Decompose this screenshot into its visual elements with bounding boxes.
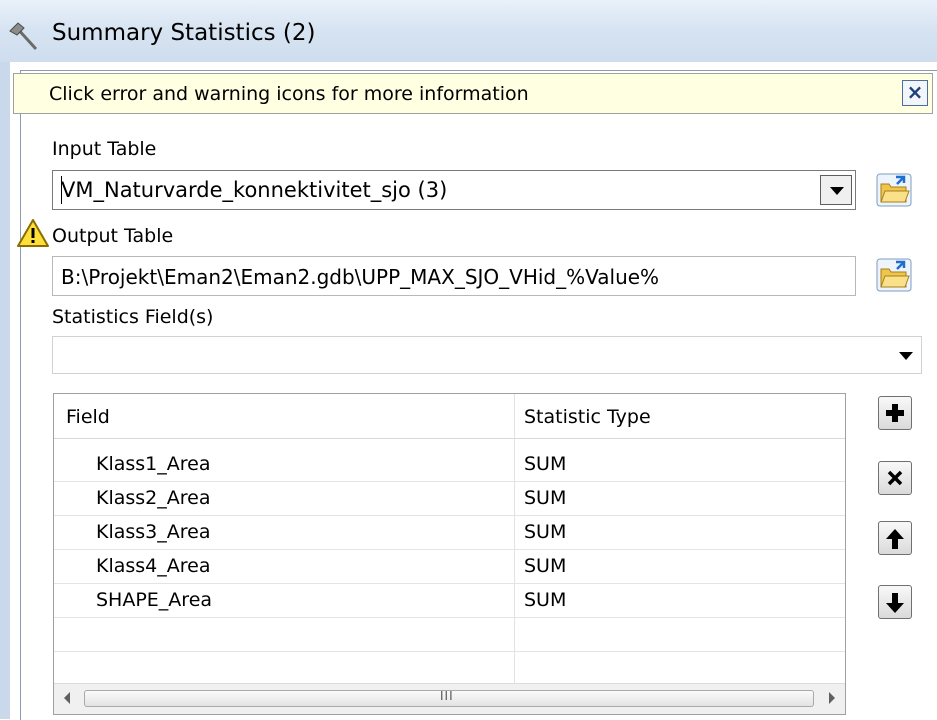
row-statistic-type[interactable]: SUM xyxy=(524,453,566,475)
chevron-down-icon[interactable] xyxy=(820,175,852,205)
table-row-empty[interactable] xyxy=(54,651,845,686)
input-table-combo[interactable]: VM_Naturvarde_konnektivitet_sjo (3) xyxy=(52,170,856,210)
statistics-field-label: Statistics Field(s) xyxy=(52,306,214,328)
remove-button[interactable] xyxy=(878,461,912,495)
chevron-down-icon[interactable] xyxy=(899,352,913,360)
folder-open-icon[interactable] xyxy=(876,258,912,292)
input-table-label: Input Table xyxy=(52,138,157,160)
move-up-button[interactable] xyxy=(878,521,912,555)
info-message: Click error and warning icons for more i… xyxy=(49,83,529,105)
table-header: Field Statistic Type xyxy=(54,394,845,439)
row-statistic-type[interactable]: SUM xyxy=(524,487,566,509)
input-table-value: VM_Naturvarde_konnektivitet_sjo (3) xyxy=(61,178,448,202)
scroll-left-icon[interactable] xyxy=(64,692,70,704)
add-icon xyxy=(886,404,904,422)
info-bar: Click error and warning icons for more i… xyxy=(13,73,933,114)
row-field[interactable]: Klass4_Area xyxy=(96,555,211,577)
close-icon[interactable]: × xyxy=(902,80,928,106)
output-table-field[interactable]: B:\Projekt\Eman2\Eman2.gdb\UPP_MAX_SJO_V… xyxy=(52,256,856,296)
scroll-grip: III xyxy=(440,689,454,703)
row-statistic-type[interactable]: SUM xyxy=(524,589,566,611)
table-row[interactable]: Klass2_Area SUM xyxy=(54,481,845,516)
row-field[interactable]: Klass3_Area xyxy=(96,521,211,543)
move-up-icon xyxy=(886,529,904,549)
row-statistic-type[interactable]: SUM xyxy=(524,555,566,577)
table-row[interactable]: Klass3_Area SUM xyxy=(54,515,845,550)
table-row[interactable]: SHAPE_Area SUM xyxy=(54,583,845,618)
text-caret xyxy=(61,176,62,204)
table-row-empty[interactable] xyxy=(54,617,845,652)
scroll-right-icon[interactable] xyxy=(829,692,835,704)
add-button[interactable] xyxy=(878,396,912,430)
table-row[interactable]: Klass1_Area SUM xyxy=(54,447,845,482)
remove-icon xyxy=(887,470,903,486)
scrollbar-thumb[interactable]: III xyxy=(84,689,814,707)
table-row[interactable]: Klass4_Area SUM xyxy=(54,549,845,584)
warning-icon[interactable] xyxy=(17,218,49,248)
move-down-icon xyxy=(886,593,904,613)
row-field[interactable]: Klass1_Area xyxy=(96,453,211,475)
column-header-statistic-type[interactable]: Statistic Type xyxy=(524,406,651,428)
row-statistic-type[interactable]: SUM xyxy=(524,521,566,543)
folder-open-icon[interactable] xyxy=(876,173,912,207)
output-table-label: Output Table xyxy=(52,225,174,247)
window-title: Summary Statistics (2) xyxy=(52,20,316,46)
statistics-table[interactable]: Field Statistic Type Klass1_Area SUM Kla… xyxy=(53,393,846,715)
column-header-field[interactable]: Field xyxy=(66,406,110,428)
statistics-field-dropdown[interactable] xyxy=(52,336,922,374)
move-down-button[interactable] xyxy=(878,585,912,619)
hammer-icon xyxy=(9,22,38,51)
output-table-value: B:\Projekt\Eman2\Eman2.gdb\UPP_MAX_SJO_V… xyxy=(61,265,660,289)
row-field[interactable]: SHAPE_Area xyxy=(96,589,212,611)
horizontal-scrollbar[interactable]: III xyxy=(54,683,845,714)
row-field[interactable]: Klass2_Area xyxy=(96,487,211,509)
